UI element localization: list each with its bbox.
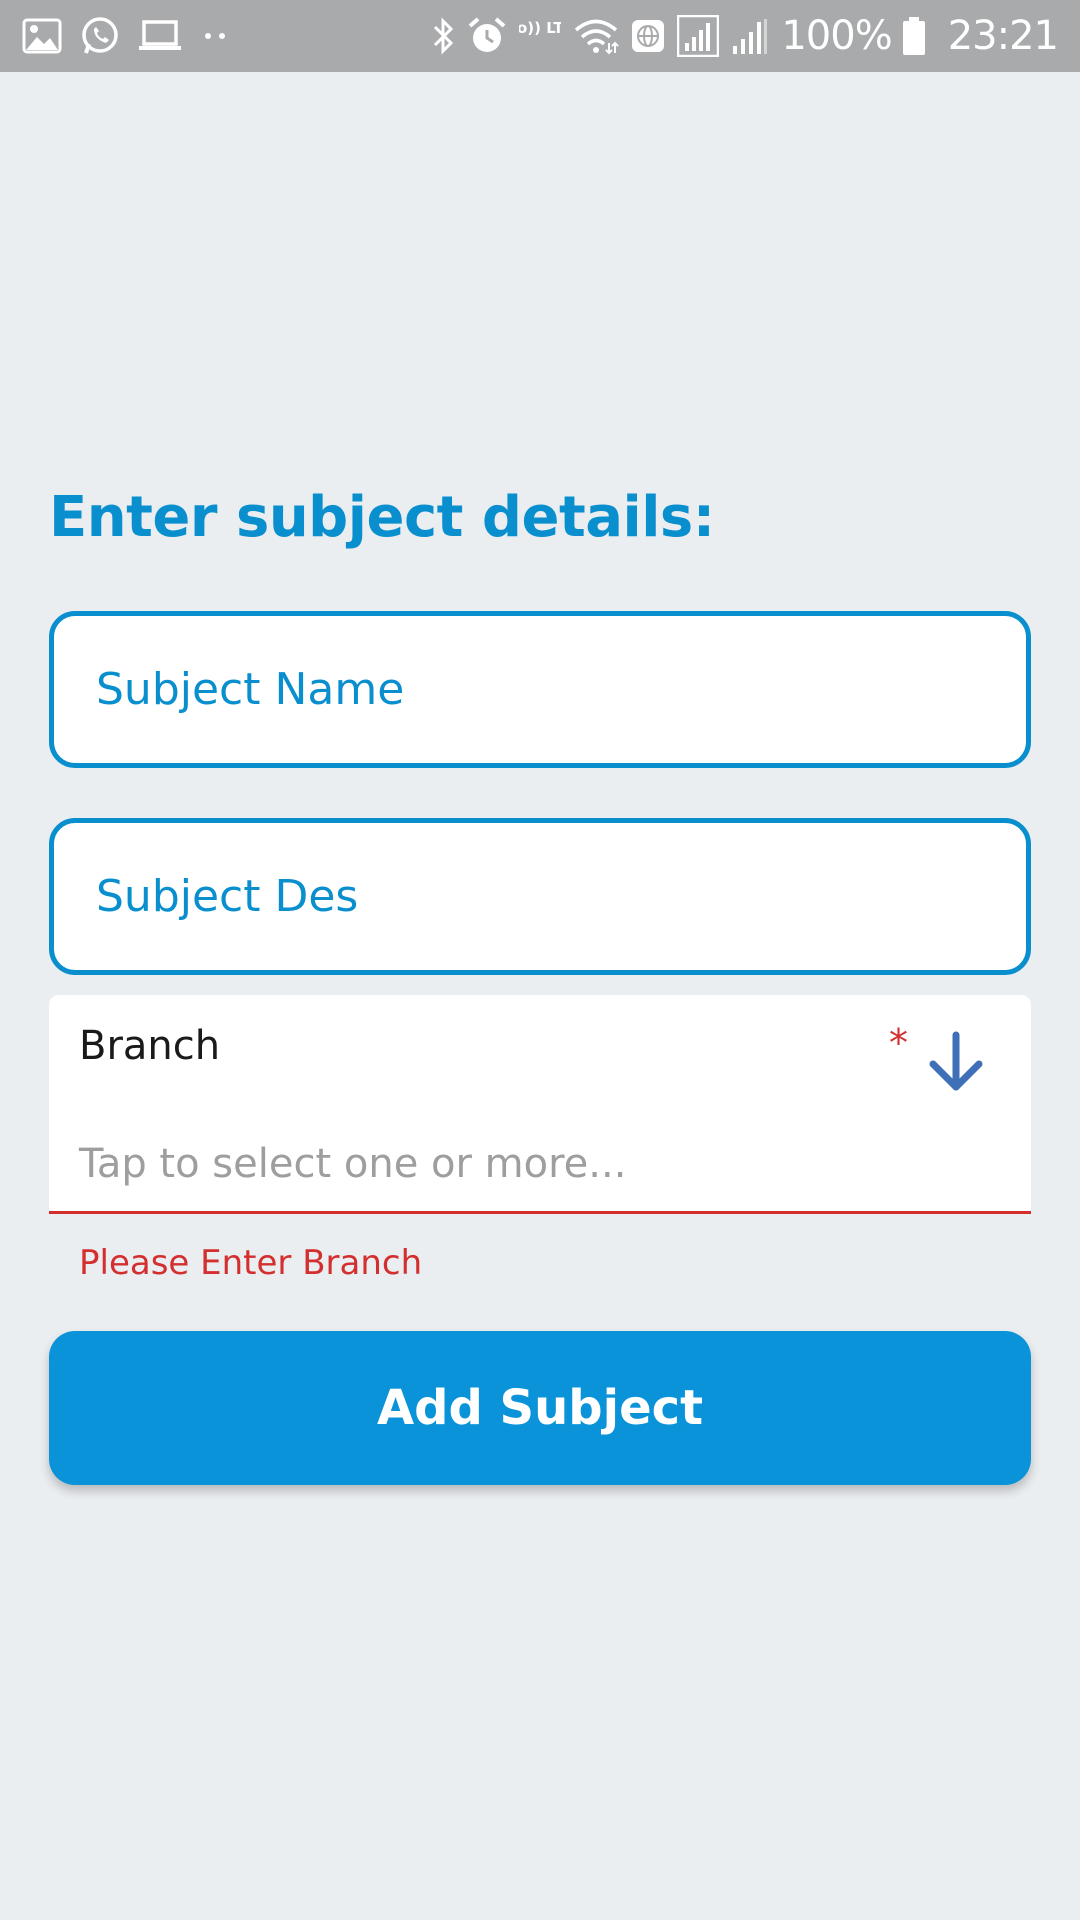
- branch-label: Branch: [79, 1023, 221, 1069]
- battery-percent: 100%: [781, 13, 892, 59]
- clock: 23:21: [947, 13, 1059, 59]
- status-right-icons: Vo)) LTE 100% 23:21: [431, 13, 1059, 59]
- branch-placeholder[interactable]: Tap to select one or more...: [79, 1141, 626, 1187]
- required-marker: *: [889, 1021, 908, 1065]
- volte-text: Vo)) LTE: [519, 19, 561, 37]
- signal-1-icon: [677, 15, 720, 57]
- whatsapp-icon: [80, 16, 120, 56]
- branch-multiselect[interactable]: Branch * Tap to select one or more...: [49, 995, 1031, 1214]
- volte-icon: Vo)) LTE: [519, 16, 561, 56]
- more-dots-icon: [200, 30, 230, 42]
- form-title: Enter subject details:: [49, 485, 715, 550]
- signal-2-icon: [731, 16, 769, 56]
- status-bar: Vo)) LTE 100% 23:21: [0, 0, 1080, 72]
- status-left-icons: [22, 16, 248, 56]
- subject-name-input[interactable]: [54, 616, 1026, 763]
- image-icon: [22, 18, 62, 54]
- laptop-icon: [138, 19, 182, 53]
- subject-name-field[interactable]: [49, 611, 1031, 768]
- subject-description-field[interactable]: [49, 818, 1031, 975]
- arrow-down-icon[interactable]: [921, 1027, 991, 1097]
- battery-icon: [902, 16, 926, 56]
- bluetooth-icon: [431, 15, 455, 57]
- wifi-icon: [573, 17, 620, 55]
- branch-error-message: Please Enter Branch: [79, 1243, 423, 1283]
- subject-description-input[interactable]: [54, 823, 1026, 970]
- add-subject-button[interactable]: Add Subject: [49, 1331, 1031, 1485]
- globe-icon: [631, 19, 665, 53]
- alarm-icon: [467, 16, 507, 56]
